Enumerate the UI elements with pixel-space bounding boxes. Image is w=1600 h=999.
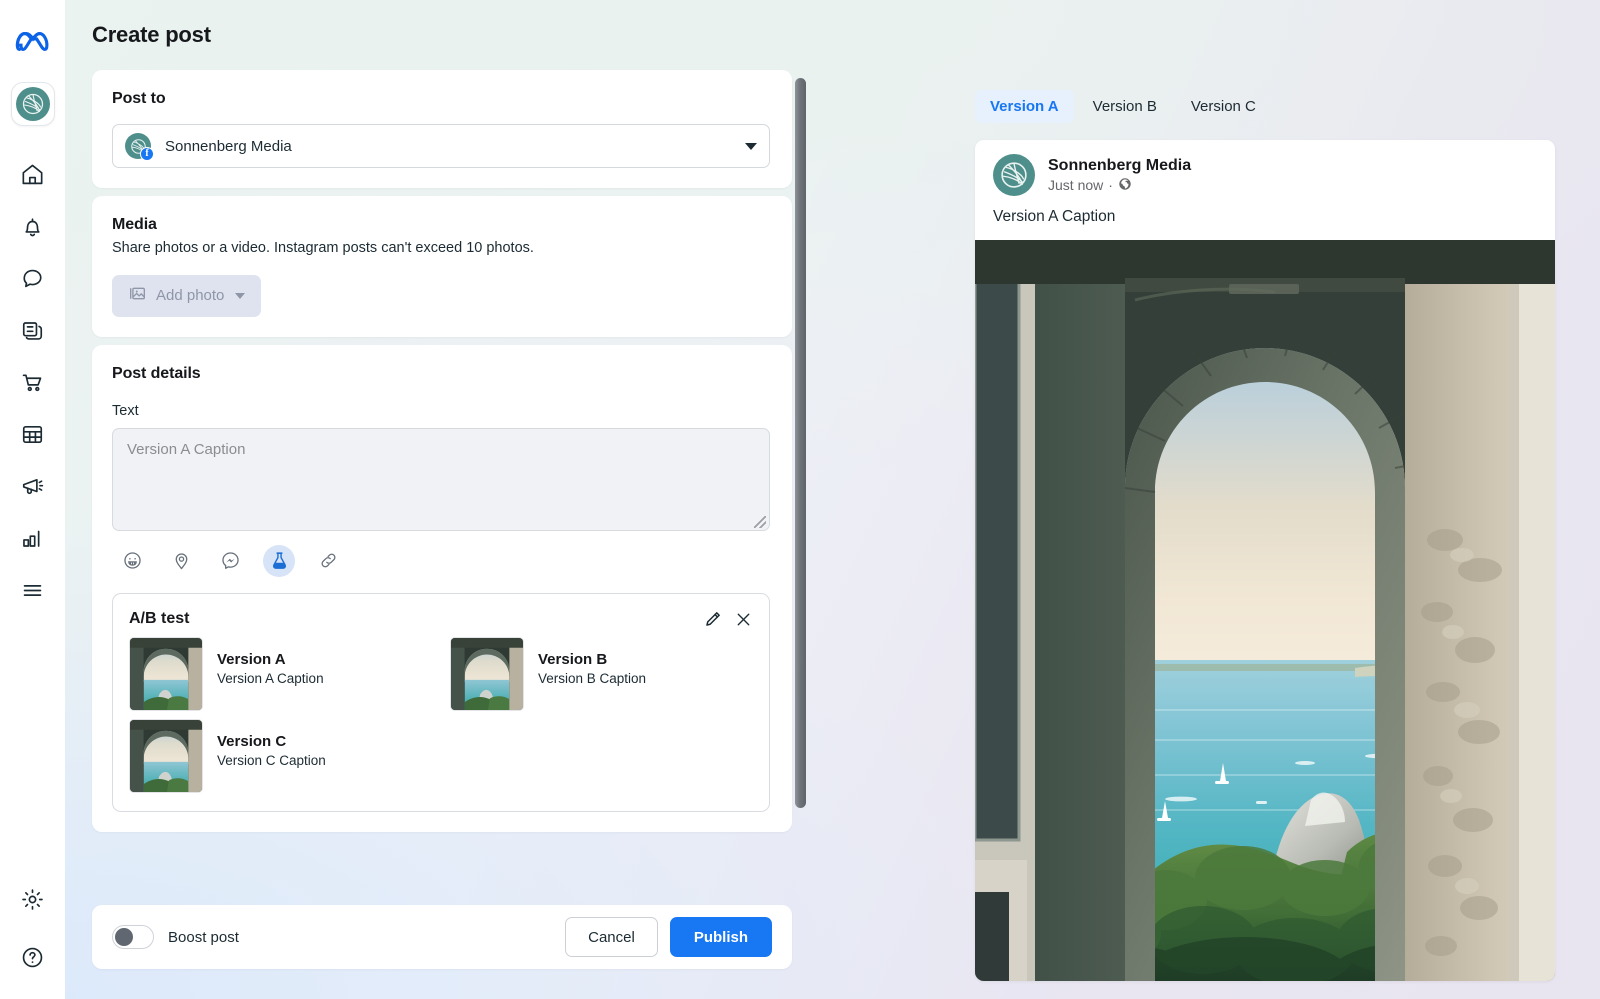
- media-card: Media Share photos or a video. Instagram…: [92, 196, 792, 337]
- boost-post-label: Boost post: [168, 928, 239, 946]
- add-photo-button[interactable]: Add photo: [112, 274, 262, 317]
- boost-post-toggle[interactable]: [112, 925, 154, 949]
- post-details-heading: Post details: [112, 364, 201, 382]
- sidebar-item-insights[interactable]: [7, 512, 59, 564]
- post-text-input[interactable]: Version A Caption: [112, 427, 770, 531]
- facebook-badge-icon: f: [140, 147, 154, 161]
- post-to-heading: Post to: [112, 90, 166, 107]
- sidebar-item-help[interactable]: [7, 931, 59, 983]
- globe-icon: [1118, 177, 1132, 194]
- ab-version-list: Version A Version A Caption Version B Ve…: [129, 636, 753, 793]
- preview-author-name: Sonnenberg Media: [1048, 156, 1192, 174]
- post-preview-card: Sonnenberg Media Just now · Version A Ca…: [975, 140, 1555, 981]
- table-grid-icon: [20, 422, 45, 447]
- composer-scrollbar[interactable]: [795, 78, 807, 808]
- gear-icon: [20, 887, 45, 912]
- post-details-card: Post details Text Version A Caption A/B …: [92, 344, 792, 832]
- help-circle-icon: [20, 945, 45, 970]
- bar-chart-icon: [20, 526, 45, 551]
- add-photo-label: Add photo: [156, 287, 225, 305]
- sidebar-item-posts[interactable]: [7, 304, 59, 356]
- tab-version-b[interactable]: Version B: [1078, 90, 1172, 123]
- avatar: [15, 87, 50, 121]
- version-caption: Version B Caption: [538, 670, 647, 686]
- text-field-label: Text: [112, 402, 139, 419]
- sidebar-nav-list: [7, 148, 59, 616]
- image-icon: [128, 284, 147, 307]
- bell-icon: [20, 214, 45, 239]
- tab-version-a[interactable]: Version A: [975, 89, 1074, 123]
- link-icon[interactable]: [312, 545, 344, 577]
- messenger-icon[interactable]: [214, 545, 246, 577]
- resize-handle[interactable]: [754, 515, 766, 528]
- ab-test-panel: A/B test Version A Version A Caption Ver…: [112, 592, 770, 812]
- ab-version-item[interactable]: Version A Version A Caption: [129, 636, 432, 711]
- location-pin-icon[interactable]: [165, 545, 197, 577]
- chat-bubble-icon: [20, 266, 45, 291]
- preview-separator: ·: [1108, 177, 1113, 193]
- version-thumbnail: [450, 636, 524, 711]
- cancel-button[interactable]: Cancel: [565, 917, 658, 957]
- sidebar-bottom-group: [0, 873, 65, 983]
- sidebar-item-notifications[interactable]: [7, 200, 59, 252]
- sidebar-item-ads[interactable]: [7, 460, 59, 512]
- workspace-avatar[interactable]: [10, 82, 55, 126]
- flask-icon[interactable]: [263, 544, 295, 577]
- chevron-down-icon[interactable]: [745, 142, 757, 150]
- shopping-cart-icon: [20, 370, 45, 395]
- avatar: [993, 154, 1035, 196]
- sidebar-item-home[interactable]: [7, 148, 59, 200]
- preview-post-header: Sonnenberg Media Just now ·: [975, 140, 1555, 196]
- chevron-down-icon: [235, 292, 246, 299]
- version-name: Version C: [217, 732, 287, 750]
- hamburger-menu-icon: [20, 578, 45, 603]
- sidebar-item-commerce[interactable]: [7, 356, 59, 408]
- media-description: Share photos or a video. Instagram posts…: [112, 240, 534, 256]
- version-caption: Version A Caption: [217, 670, 324, 686]
- megaphone-icon: [20, 474, 45, 499]
- preview-tabs: Version A Version B Version C: [975, 86, 1555, 126]
- post-text-placeholder: Version A Caption: [127, 440, 246, 458]
- composer-action-bar: Boost post Cancel Publish: [92, 905, 792, 969]
- version-caption: Version C Caption: [217, 752, 326, 768]
- media-heading: Media: [112, 216, 157, 233]
- toggle-knob: [115, 928, 133, 946]
- tab-version-c[interactable]: Version C: [1176, 90, 1271, 123]
- post-to-card: Post to f Sonnenberg Media: [92, 70, 792, 188]
- edit-pencil-icon[interactable]: [703, 610, 722, 629]
- pages-icon: [20, 318, 45, 343]
- preview-column: Version A Version B Version C Sonnenberg…: [975, 86, 1555, 981]
- version-name: Version B: [538, 650, 608, 668]
- version-thumbnail: [129, 718, 203, 793]
- ab-version-item[interactable]: Version B Version B Caption: [450, 636, 753, 711]
- emoji-icon[interactable]: [116, 545, 148, 577]
- page-avatar: f: [125, 133, 154, 161]
- preview-timestamp: Just now: [1048, 177, 1104, 193]
- preview-image: [975, 240, 1555, 981]
- publish-button[interactable]: Publish: [669, 917, 772, 957]
- page-title: Create post: [92, 22, 211, 47]
- ab-test-title: A/B test: [129, 609, 190, 627]
- sidebar-item-more[interactable]: [7, 564, 59, 616]
- post-to-selected-value: Sonnenberg Media: [165, 137, 292, 155]
- version-thumbnail: [129, 636, 203, 711]
- home-icon: [20, 162, 45, 187]
- composer-column: Post to f Sonnenberg Media Media Share p…: [92, 70, 792, 905]
- composer-toolbar: [112, 544, 772, 577]
- sidebar-item-inbox[interactable]: [7, 252, 59, 304]
- close-icon[interactable]: [734, 610, 753, 629]
- meta-logo-icon[interactable]: [11, 20, 55, 60]
- preview-caption: Version A Caption: [993, 208, 1116, 225]
- left-nav-rail: [0, 0, 65, 999]
- version-name: Version A: [217, 650, 286, 668]
- sidebar-item-settings[interactable]: [7, 873, 59, 925]
- sidebar-item-planner[interactable]: [7, 408, 59, 460]
- post-to-select[interactable]: f Sonnenberg Media: [112, 124, 770, 168]
- scrollbar-thumb[interactable]: [795, 78, 806, 808]
- ab-version-item[interactable]: Version C Version C Caption: [129, 718, 432, 793]
